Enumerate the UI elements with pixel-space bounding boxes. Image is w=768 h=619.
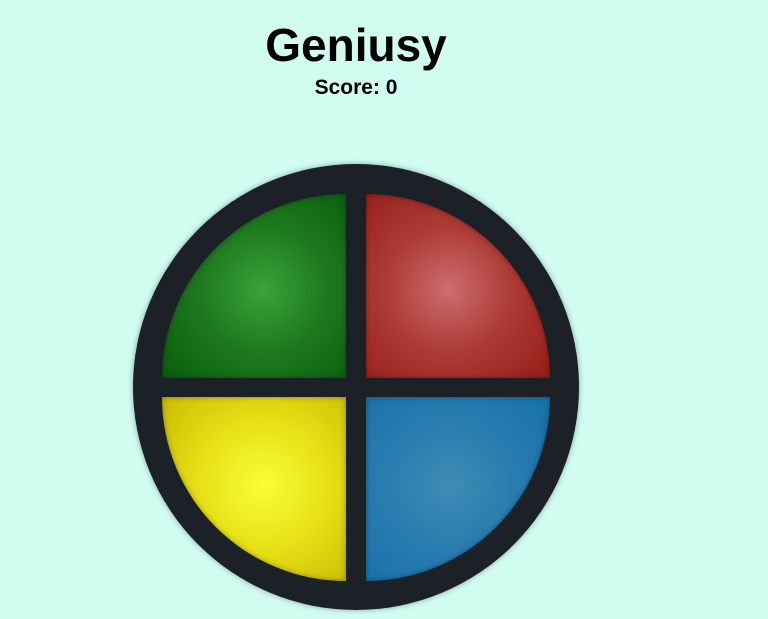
yellow-pad[interactable] — [162, 397, 346, 581]
score-display: Score: 0 — [314, 76, 398, 99]
green-pad[interactable] — [162, 194, 346, 378]
game-page: Geniusy Score: 0 — [0, 0, 768, 619]
red-pad[interactable] — [366, 194, 550, 378]
blue-pad[interactable] — [366, 397, 550, 581]
game-board — [133, 164, 579, 610]
game-title: Geniusy — [265, 19, 447, 71]
